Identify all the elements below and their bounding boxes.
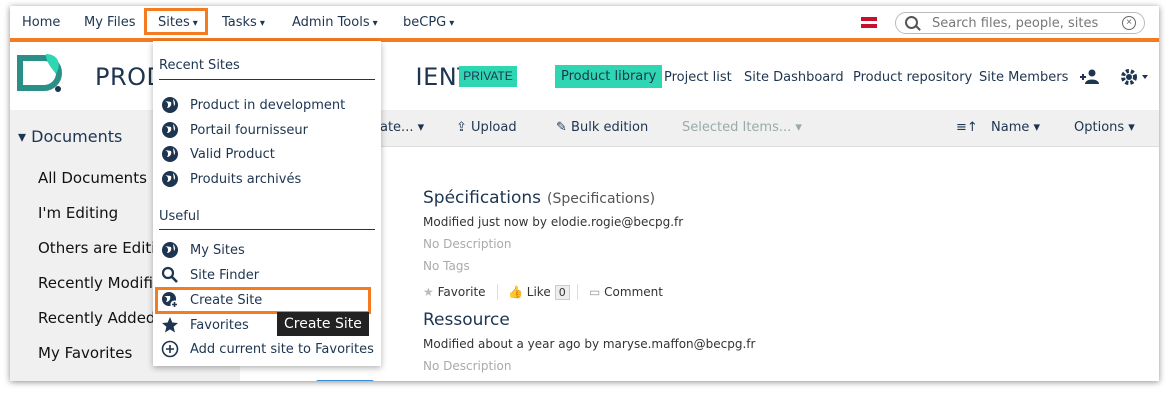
chevron-down-icon: ▾ (259, 18, 265, 29)
document-tags: No Tags (423, 259, 470, 273)
visibility-badge: PRIVATE (459, 66, 517, 87)
search-input[interactable]: Search files, people, sites (932, 16, 1098, 31)
menu-item-my-sites[interactable]: My Sites (161, 240, 375, 262)
like-action[interactable]: 👍 Like 0 (508, 285, 570, 300)
nav-becpg-label: beCPG (403, 15, 447, 30)
menu-item-label: Add current site to Favorites (190, 342, 374, 357)
menu-item-label: Produits archivés (190, 172, 302, 187)
sidebar-item-im-editing[interactable]: I'm Editing (38, 204, 118, 222)
document-title[interactable]: Spécifications (Specifications) (423, 188, 655, 208)
document-name[interactable]: Spécifications (423, 188, 541, 208)
site-link-product-library[interactable]: Product library (555, 65, 663, 88)
top-navigation: Home My Files Sites ▾ Tasks ▾ Admin Tools ▾… (10, 6, 1159, 42)
upload-icon: ⇪ (456, 120, 467, 135)
comment-icon: ▭ (589, 285, 601, 299)
comment-action[interactable]: ▭ Comment (589, 285, 663, 299)
app-window: Home My Files Sites ▾ Tasks ▾ Admin Tools ▾… (10, 6, 1159, 381)
options-label: Options (1074, 120, 1125, 135)
globe-icon (162, 122, 178, 138)
sidebar-item-my-favorites[interactable]: My Favorites (38, 344, 132, 362)
divider (497, 284, 498, 300)
gear-icon[interactable] (1120, 68, 1150, 86)
selected-items-label: Selected Items... (682, 120, 792, 135)
clear-search-icon[interactable]: × (1122, 16, 1136, 30)
upload-button[interactable]: ⇪ Upload (456, 120, 517, 135)
document-thumbnail-edge (316, 380, 374, 381)
uk-flag-icon[interactable] (861, 17, 877, 28)
nav-my-files[interactable]: My Files (84, 15, 136, 30)
site-link-site-members[interactable]: Site Members (979, 70, 1068, 85)
sort-by-label: Name (991, 120, 1030, 135)
menu-item-label: Favorites (190, 318, 249, 333)
search-icon (905, 16, 918, 29)
bulk-edition-button[interactable]: ✎ Bulk edition (556, 120, 648, 135)
like-count: 0 (554, 285, 570, 300)
nav-tasks-label: Tasks (222, 15, 257, 30)
menu-item-site-finder[interactable]: Site Finder (161, 265, 375, 287)
globe-icon (162, 146, 178, 162)
menu-item-valid-product[interactable]: Valid Product (161, 144, 375, 166)
menu-item-product-in-development[interactable]: Product in development (161, 95, 375, 117)
document-modified: Modified about a year ago by maryse.maff… (423, 337, 756, 351)
nav-tasks[interactable]: Tasks ▾ (222, 15, 265, 30)
like-label: Like (526, 285, 551, 299)
recent-sites-heading: Recent Sites (159, 58, 240, 73)
sidebar-item-recently-added[interactable]: Recently Added (38, 309, 155, 327)
comment-label: Comment (604, 285, 663, 299)
chevron-down-icon: ▾ (449, 18, 455, 29)
site-link-product-repository[interactable]: Product repository (853, 70, 972, 85)
document-description: No Description (423, 359, 512, 373)
add-user-icon[interactable] (1080, 69, 1100, 85)
thumbs-up-icon: 👍 (508, 285, 523, 299)
sites-highlight-box (144, 8, 208, 35)
sort-by-menu[interactable]: Name ▾ (991, 120, 1040, 135)
nav-admin-tools[interactable]: Admin Tools ▾ (292, 15, 378, 30)
divider (159, 229, 375, 230)
globe-icon (162, 242, 178, 258)
nav-becpg[interactable]: beCPG ▾ (403, 15, 454, 30)
nav-admin-label: Admin Tools (292, 15, 370, 30)
sidebar-item-recently-modified[interactable]: Recently Modified (38, 274, 172, 292)
document-subtitle: (Specifications) (547, 191, 656, 207)
bulk-edition-label: Bulk edition (571, 120, 649, 135)
search-icon (161, 266, 178, 283)
becpg-logo-icon (17, 54, 62, 92)
menu-item-produits-archives[interactable]: Produits archivés (161, 169, 375, 191)
upload-label: Upload (471, 120, 517, 135)
document-name[interactable]: Ressource (423, 310, 510, 330)
site-link-project-list[interactable]: Project list (664, 70, 732, 85)
useful-heading: Useful (159, 209, 200, 224)
divider (159, 79, 375, 80)
sort-direction-icon[interactable]: ≡↑ (956, 120, 978, 135)
menu-item-label: Product in development (190, 98, 346, 113)
menu-item-label: Portail fournisseur (190, 123, 308, 138)
nav-home[interactable]: Home (22, 15, 60, 30)
sidebar-item-all-documents[interactable]: All Documents (38, 169, 147, 187)
selected-items-menu[interactable]: Selected Items... ▾ (682, 120, 802, 135)
globe-icon (162, 171, 178, 187)
document-modified: Modified just now by elodie.rogie@becpg.… (423, 215, 684, 229)
menu-item-label: Site Finder (190, 268, 260, 283)
pencil-icon: ✎ (556, 120, 567, 135)
divider (577, 284, 578, 300)
sidebar-heading[interactable]: ▾ Documents (18, 127, 122, 146)
menu-item-portail-fournisseur[interactable]: Portail fournisseur (161, 120, 375, 142)
sidebar-heading-label: Documents (31, 127, 123, 146)
star-icon: ★ (423, 285, 434, 299)
create-site-highlight-box (155, 287, 371, 314)
create-site-tooltip: Create Site (277, 312, 369, 336)
menu-item-label: My Sites (190, 243, 245, 258)
search-box[interactable]: Search files, people, sites × (895, 12, 1145, 34)
chevron-down-icon: ▾ (372, 18, 378, 29)
star-icon (162, 317, 178, 333)
site-link-site-dashboard[interactable]: Site Dashboard (744, 70, 844, 85)
document-description: No Description (423, 237, 512, 251)
menu-item-label: Valid Product (190, 147, 275, 162)
menu-item-add-to-favorites[interactable]: Add current site to Favorites (161, 339, 375, 361)
options-menu[interactable]: Options ▾ (1074, 120, 1135, 135)
globe-icon (162, 97, 178, 113)
favorite-label: Favorite (437, 285, 486, 299)
favorite-action[interactable]: ★ Favorite (423, 285, 486, 299)
plus-circle-icon (161, 340, 179, 358)
